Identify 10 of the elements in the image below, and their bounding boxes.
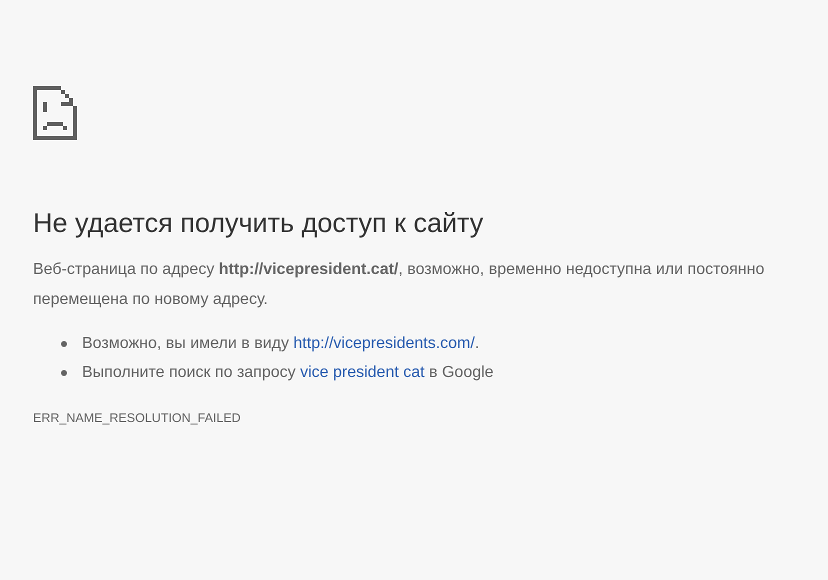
bullet-icon <box>61 370 67 376</box>
suggestion-text: Возможно, вы имели в виду http://vicepresidents.com/. <box>82 334 480 354</box>
sad-page-icon <box>33 86 77 140</box>
error-message: Веб-страница по адресу http://vicepresident.cat/, возможно, временно недоступна или постоянно перемещена по новому адресу. <box>33 260 766 310</box>
error-code: ERR_NAME_RESOLUTION_FAILED <box>33 410 242 427</box>
bullet-icon <box>61 340 67 346</box>
error-heading: Не удается получить доступ к сайту <box>33 207 484 240</box>
suggestion-link[interactable]: http://vicepresidents.com/ <box>293 334 475 352</box>
suggestion-link[interactable]: vice president cat <box>300 364 425 380</box>
suggestion-text: Выполните поиск по запросу vice president cat в Google <box>82 362 494 382</box>
